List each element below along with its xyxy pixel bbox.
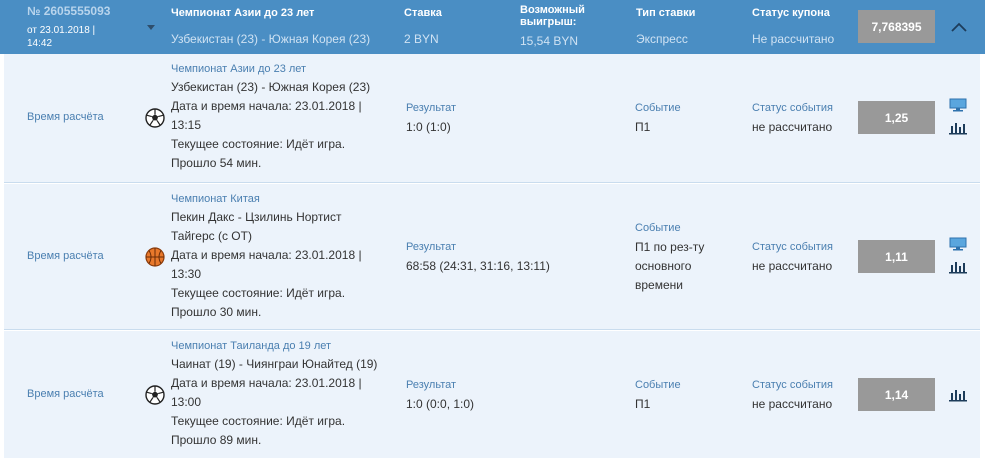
odds-badge: 1,14 [858,378,935,411]
caret-down-icon[interactable] [147,25,155,30]
statistics-icon[interactable] [949,260,967,274]
possible-win-value: 15,54 BYN [520,34,579,48]
coupon-status-label: Статус купона [752,7,830,19]
event-state: Текущее состояние: Идёт игра. [171,286,346,300]
result-label: Результат [406,241,457,253]
result-col: Результат 68:58 (24:31, 31:16, 13:11) [406,238,550,276]
event-start-date: Дата и время начала: 23.01.2018 | [171,376,362,390]
bet-row: Время расчёта Чемпионат Таиланда до 19 л… [4,331,980,458]
result-label: Результат [406,102,457,114]
coupon-event: Чемпионат Азии до 23 лет Узбекистан (23)… [171,7,370,46]
championship-name: Чемпионат Китая [171,193,260,205]
bet-row: Время расчёта Чемпионат Китая Пекин Дакс… [4,184,980,330]
event-info: Чемпионат Азии до 23 лет Узбекистан (23)… [171,63,391,173]
event-value: П1 [635,397,651,411]
event-status-label: Статус события [752,102,833,114]
coupon-event-value: Узбекистан (23) - Южная Корея (23) [171,32,371,46]
event-status-col: Статус события не рассчитано [752,376,833,414]
event-col: Событие П1 по рез-ту основного времени [635,219,704,295]
event-label: Событие [635,222,681,234]
result-label: Результат [406,379,457,391]
odds-badge: 1,11 [858,240,935,273]
event-start-date: Дата и время начала: 23.01.2018 | [171,99,362,113]
stake-label: Ставка [404,7,442,19]
coupon-header[interactable]: № 2605555093 от 23.01.2018 | 14:42 Чемпи… [0,0,985,54]
bet-type-value: Экспресс [636,32,688,46]
coupon-possible-win: Возможный выигрыш: 15,54 BYN [520,4,610,48]
event-start-time: 13:30 [171,267,202,281]
event-status-col: Статус события не рассчитано [752,99,833,137]
bet-type-label: Тип ставки [636,7,696,19]
live-stream-icon[interactable] [949,237,967,251]
statistics-icon[interactable] [949,121,967,135]
event-label: Событие [635,379,681,391]
soccer-ball-icon [145,108,165,128]
calc-time-label: Время расчёта [27,388,104,400]
event-status-value: не рассчитано [752,120,833,134]
coupon-status: Статус купона Не рассчитано [752,7,834,46]
event-col: Событие П1 [635,376,681,414]
event-state: Текущее состояние: Идёт игра. [171,414,346,428]
coupon-date: от 23.01.2018 | 14:42 [27,25,96,49]
event-status-label: Статус события [752,241,833,253]
coupon-event-label: Чемпионат Азии до 23 лет [171,7,315,19]
event-state: Текущее состояние: Идёт игра. [171,137,346,151]
coupon-id: № 2605555093 [27,4,111,18]
result-col: Результат 1:0 (1:0) [406,99,456,137]
coupon-stake: Ставка 2 BYN [404,7,442,46]
event-status-col: Статус события не рассчитано [752,238,833,276]
event-elapsed: Прошло 54 мин. [171,156,262,170]
event-elapsed: Прошло 30 мин. [171,305,262,319]
possible-win-label: Возможный выигрыш: [520,4,585,28]
calc-time-label: Время расчёта [27,250,104,262]
odds-badge: 1,25 [858,101,935,134]
statistics-icon[interactable] [949,388,967,402]
event-col: Событие П1 [635,99,681,137]
bet-row: Время расчёта Чемпионат Азии до 23 лет У… [4,54,980,183]
soccer-ball-icon [145,385,165,405]
event-status-value: не рассчитано [752,397,833,411]
event-start-date: Дата и время начала: 23.01.2018 | [171,248,362,262]
event-status-label: Статус события [752,379,833,391]
event-elapsed: Прошло 89 мин. [171,433,262,447]
event-teams: Узбекистан (23) - Южная Корея (23) [171,80,371,94]
live-stream-icon[interactable] [949,98,967,112]
championship-name: Чемпионат Таиланда до 19 лет [171,340,332,352]
result-value: 1:0 (0:0, 1:0) [406,397,475,411]
event-label: Событие [635,102,681,114]
event-info: Чемпионат Китая Пекин Дакс - Цзилинь Нор… [171,193,391,322]
stake-value: 2 BYN [404,32,439,46]
event-value-cont: времени [635,278,683,292]
basketball-icon [145,247,165,267]
result-value: 68:58 (24:31, 31:16, 13:11) [406,259,550,273]
event-teams: Чаинат (19) - Чиянграи Юнайтед (19) [171,357,378,371]
event-info: Чемпионат Таиланда до 19 лет Чаинат (19)… [171,340,391,450]
event-teams-cont: Тайгерс (с ОТ) [171,229,252,243]
total-odds-badge: 7,768395 [858,10,935,43]
coupon-status-value: Не рассчитано [752,32,835,46]
event-start-time: 13:15 [171,118,202,132]
event-value-cont: основного [635,259,692,273]
chevron-up-icon[interactable] [946,14,972,40]
result-value: 1:0 (1:0) [406,120,451,134]
event-status-value: не рассчитано [752,259,833,273]
coupon-bet-type: Тип ставки Экспресс [636,7,695,46]
event-start-time: 13:00 [171,395,202,409]
event-value: П1 по рез-ту [635,240,705,254]
result-col: Результат 1:0 (0:0, 1:0) [406,376,474,414]
championship-name: Чемпионат Азии до 23 лет [171,63,307,75]
event-teams: Пекин Дакс - Цзилинь Нортист [171,210,342,224]
event-value: П1 [635,120,651,134]
calc-time-label: Время расчёта [27,111,104,123]
